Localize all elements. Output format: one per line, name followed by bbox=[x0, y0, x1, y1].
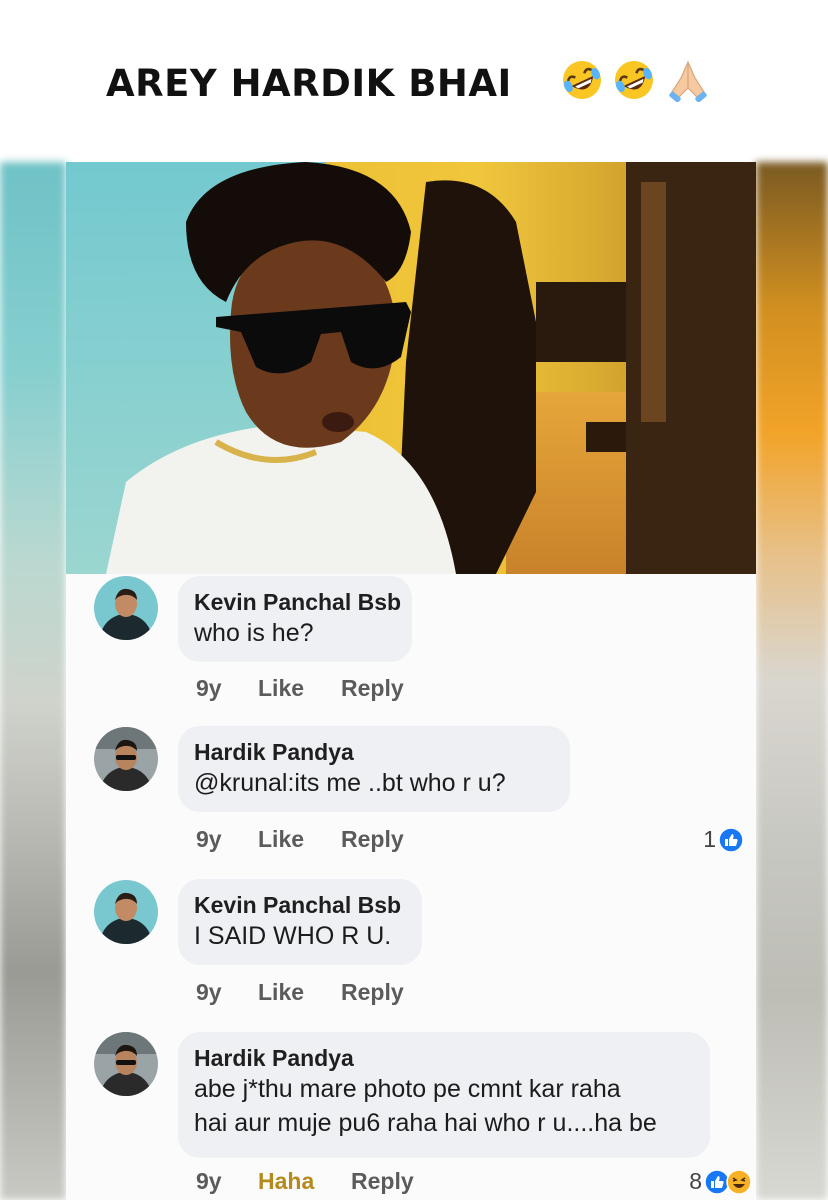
blurred-background-right bbox=[756, 162, 828, 1200]
reply-button[interactable]: Reply bbox=[341, 826, 404, 853]
like-button[interactable]: Like bbox=[258, 826, 304, 853]
comment: Kevin Panchal Bsb I SAID WHO R U. 9y Lik… bbox=[66, 879, 756, 1029]
haha-reaction-button[interactable]: Haha bbox=[258, 1168, 314, 1195]
meme-title: AREY HARDIK BHAI bbox=[106, 62, 512, 105]
comment-text: @krunal:its me ..bt who r u? bbox=[194, 769, 506, 797]
comment-time: 9y bbox=[196, 979, 222, 1005]
comment-text-line: abe j*thu mare photo pe cmnt kar raha bbox=[194, 1075, 621, 1103]
comment-actions: 9y Like Reply bbox=[196, 979, 496, 1009]
comment-author[interactable]: Kevin Panchal Bsb bbox=[194, 588, 401, 616]
reaction-summary[interactable]: 1 bbox=[703, 826, 744, 853]
comment-bubble: Kevin Panchal Bsb who is he? bbox=[178, 576, 412, 662]
post-photo-illustration bbox=[66, 162, 756, 574]
reaction-count: 8 bbox=[689, 1168, 702, 1194]
blurred-background-left bbox=[0, 162, 66, 1200]
comment-author[interactable]: Hardik Pandya bbox=[194, 1044, 692, 1072]
haha-reaction-icon bbox=[726, 1168, 752, 1195]
comment-time: 9y bbox=[196, 675, 222, 701]
reply-button[interactable]: Reply bbox=[341, 675, 404, 702]
comment-actions: 9y Like Reply bbox=[196, 675, 496, 705]
comment-actions: 9y Haha Reply bbox=[196, 1168, 496, 1198]
comment-text: I SAID WHO R U. bbox=[194, 922, 392, 950]
comment-thread: Kevin Panchal Bsb who is he? 9y Like Rep… bbox=[66, 574, 756, 1200]
comment-text: who is he? bbox=[194, 619, 314, 647]
avatar[interactable] bbox=[94, 727, 158, 791]
reaction-summary[interactable]: 8 bbox=[689, 1168, 752, 1195]
reply-button[interactable]: Reply bbox=[351, 1168, 414, 1195]
post-photo bbox=[66, 162, 756, 574]
comment: Hardik Pandya abe j*thu mare photo pe cm… bbox=[66, 1032, 756, 1200]
like-button[interactable]: Like bbox=[258, 675, 304, 702]
avatar-kevin-image bbox=[94, 880, 158, 944]
comment: Hardik Pandya @krunal:its me ..bt who r … bbox=[66, 726, 756, 876]
like-button[interactable]: Like bbox=[258, 979, 304, 1006]
folded-hands-emoji-icon bbox=[669, 60, 707, 102]
comment-author[interactable]: Kevin Panchal Bsb bbox=[194, 891, 404, 919]
avatar[interactable] bbox=[94, 880, 158, 944]
avatar-hardik-image bbox=[94, 727, 158, 791]
avatar[interactable] bbox=[94, 1032, 158, 1096]
avatar[interactable] bbox=[94, 576, 158, 640]
comment: Kevin Panchal Bsb who is he? 9y Like Rep… bbox=[66, 574, 756, 724]
rofl-emoji-icon bbox=[563, 61, 601, 99]
avatar-hardik-image bbox=[94, 1032, 158, 1096]
comment-time: 9y bbox=[196, 826, 222, 852]
comment-author[interactable]: Hardik Pandya bbox=[194, 738, 552, 766]
rofl-emoji-icon bbox=[615, 61, 653, 99]
avatar-kevin-image bbox=[94, 576, 158, 640]
comment-time: 9y bbox=[196, 1168, 222, 1194]
comment-bubble: Kevin Panchal Bsb I SAID WHO R U. bbox=[178, 879, 422, 965]
comment-bubble: Hardik Pandya @krunal:its me ..bt who r … bbox=[178, 726, 570, 812]
comment-text-line: hai aur muje pu6 raha hai who r u....ha … bbox=[194, 1109, 657, 1137]
reaction-count: 1 bbox=[703, 826, 716, 852]
comment-bubble: Hardik Pandya abe j*thu mare photo pe cm… bbox=[178, 1032, 710, 1158]
like-reaction-icon bbox=[718, 826, 744, 853]
reply-button[interactable]: Reply bbox=[341, 979, 404, 1006]
comment-actions: 9y Like Reply bbox=[196, 826, 496, 856]
meme-header: AREY HARDIK BHAI bbox=[0, 0, 828, 162]
